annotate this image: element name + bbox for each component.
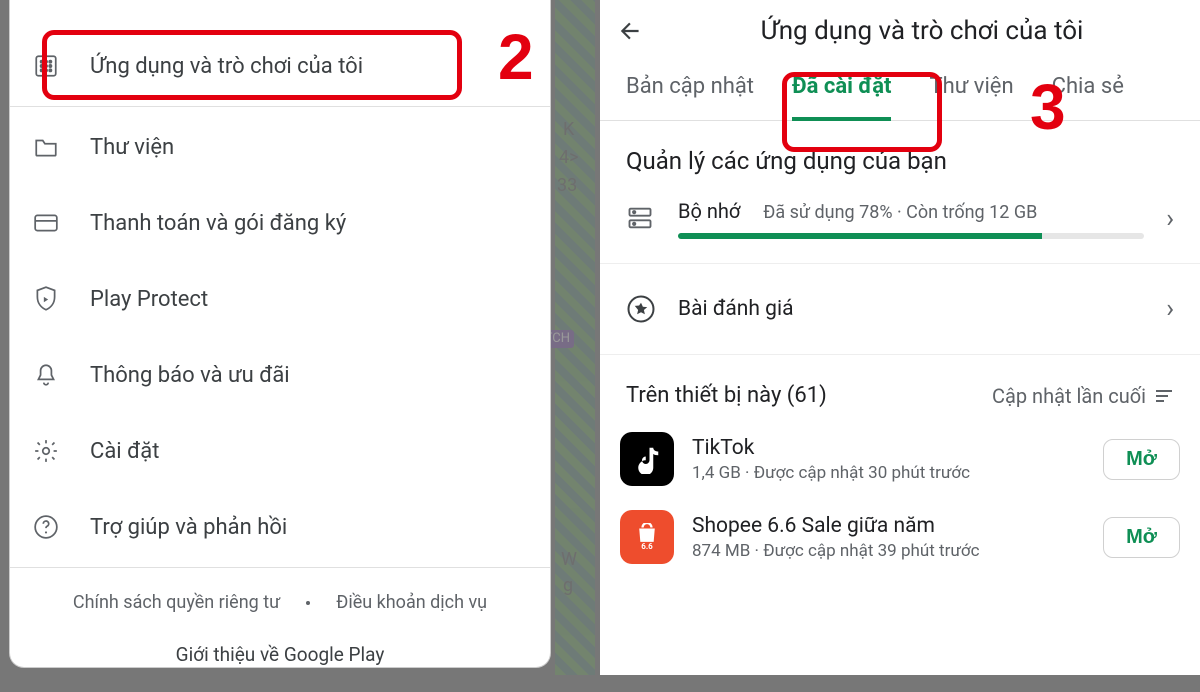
app-meta: 1,4 GB · Được cập nhật 30 phút trước — [692, 463, 1085, 483]
divider — [10, 567, 550, 568]
tab-updates[interactable]: Bản cập nhật — [626, 74, 754, 120]
app-name: Shopee 6.6 Sale giữa năm — [692, 514, 1085, 538]
sort-icon — [1154, 388, 1174, 404]
background-sliver: K 4> 33 ATCH W g — [555, 0, 595, 675]
sort-label: Cập nhật lần cuối — [992, 384, 1146, 408]
gear-icon — [32, 437, 60, 465]
bg-char: g — [563, 576, 573, 596]
storage-detail: Đã sử dụng 78% · Còn trống 12 GB — [763, 202, 1037, 223]
menu-label: Thanh toán và gói đăng ký — [90, 211, 346, 236]
installed-apps-screen: Ứng dụng và trò chơi của tôi Bản cập nhậ… — [600, 0, 1200, 675]
storage-progress — [678, 233, 1144, 239]
storage-row[interactable]: Bộ nhớ Đã sử dụng 78% · Còn trống 12 GB … — [600, 191, 1200, 245]
bg-char: 33 — [557, 176, 577, 196]
menu-payment[interactable]: Thanh toán và gói đăng ký — [10, 185, 550, 261]
tabs-bar: Bản cập nhật Đã cài đặt Thư viện Chia sẻ — [600, 56, 1200, 121]
back-button[interactable] — [614, 14, 648, 48]
divider — [10, 106, 550, 107]
separator-dot — [306, 601, 310, 605]
reviews-label: Bài đánh giá — [678, 297, 1144, 321]
menu-label: Cài đặt — [90, 439, 159, 464]
menu-label: Thông báo và ưu đãi — [90, 363, 290, 388]
right-screenshot: Ứng dụng và trò chơi của tôi Bản cập nhậ… — [600, 0, 1200, 675]
grid-icon — [32, 52, 60, 80]
bg-char: K — [563, 120, 574, 140]
link-tos[interactable]: Điều khoản dịch vụ — [336, 592, 487, 613]
menu-play-protect[interactable]: Play Protect — [10, 261, 550, 337]
shopee-app-icon: 6.6 — [620, 510, 674, 564]
tab-installed[interactable]: Đã cài đặt — [792, 74, 891, 121]
menu-my-apps[interactable]: Ứng dụng và trò chơi của tôi — [10, 28, 550, 104]
star-circle-icon — [626, 294, 656, 324]
sort-button[interactable]: Cập nhật lần cuối — [992, 384, 1174, 408]
app-name: TikTok — [692, 436, 1085, 460]
app-meta: 874 MB · Được cập nhật 39 phút trước — [692, 541, 1085, 561]
menu-label: Trợ giúp và phản hồi — [90, 515, 287, 540]
tiktok-app-icon — [620, 432, 674, 486]
menu-notifications[interactable]: Thông báo và ưu đãi — [10, 337, 550, 413]
bg-char: W — [561, 550, 577, 570]
device-heading: Trên thiết bị này (61) — [626, 383, 827, 408]
reviews-row[interactable]: Bài đánh giá › — [600, 263, 1200, 355]
bell-icon — [32, 361, 60, 389]
chevron-right-icon: › — [1166, 204, 1174, 234]
manage-apps-heading: Quản lý các ứng dụng của bạn — [600, 121, 1200, 191]
menu-label: Thư viện — [90, 135, 174, 160]
menu-library[interactable]: Thư viện — [10, 109, 550, 185]
bg-char: 4> — [559, 148, 579, 168]
card-icon — [32, 209, 60, 237]
open-button[interactable]: Mở — [1103, 517, 1180, 558]
chevron-right-icon: › — [1166, 294, 1174, 324]
menu-help[interactable]: Trợ giúp và phản hồi — [10, 489, 550, 565]
storage-icon — [626, 204, 656, 234]
link-about[interactable]: Giới thiệu về Google Play — [10, 619, 550, 692]
storage-label: Bộ nhớ — [678, 199, 740, 223]
tab-library[interactable]: Thư viện — [929, 74, 1013, 120]
play-store-drawer: Ứng dụng và trò chơi của tôi Thư viện Th… — [10, 0, 550, 667]
app-row-tiktok[interactable]: TikTok 1,4 GB · Được cập nhật 30 phút tr… — [600, 420, 1200, 498]
left-screenshot: K 4> 33 ATCH W g Ứng dụng và trò chơi củ… — [0, 0, 595, 675]
shield-icon — [32, 285, 60, 313]
menu-label: Play Protect — [90, 287, 208, 312]
folder-icon — [32, 133, 60, 161]
open-button[interactable]: Mở — [1103, 439, 1180, 480]
link-privacy[interactable]: Chính sách quyền riêng tư — [73, 592, 280, 613]
tab-share[interactable]: Chia sẻ — [1052, 74, 1124, 120]
storage-progress-fill — [678, 233, 1042, 239]
help-icon — [32, 513, 60, 541]
page-title: Ứng dụng và trò chơi của tôi — [666, 16, 1178, 46]
app-row-shopee[interactable]: 6.6 Shopee 6.6 Sale giữa năm 874 MB · Đư… — [600, 498, 1200, 576]
menu-settings[interactable]: Cài đặt — [10, 413, 550, 489]
menu-label: Ứng dụng và trò chơi của tôi — [90, 54, 363, 79]
